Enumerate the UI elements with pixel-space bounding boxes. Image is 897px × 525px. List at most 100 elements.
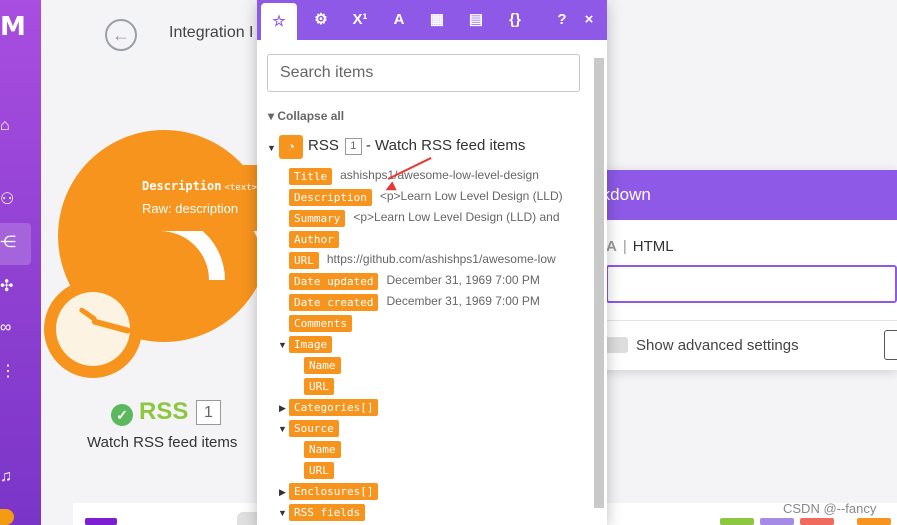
item-pill[interactable]: Description [289,189,372,206]
help-badge[interactable] [0,509,14,525]
tool-chip-orange[interactable] [857,518,891,525]
markdown-module-panel: rkdown A | HTML Show advanced settings [590,170,897,370]
tool-chip-purple[interactable] [760,518,794,525]
list-item[interactable]: RSS fields [289,503,589,521]
item-pill[interactable]: Date updated [289,273,379,290]
collapse-all-button[interactable]: ▾ Collapse all [268,109,344,123]
make-logo[interactable]: M [0,12,26,42]
scrollbar[interactable] [594,58,604,508]
list-item[interactable]: Name [304,356,584,374]
more-icon[interactable]: ⋮ [0,362,16,382]
list-item[interactable]: Enclosures[] [289,482,589,500]
module-label: RSS [308,137,339,154]
list-item[interactable]: Summary <p>Learn Low Level Design (LLD) a… [289,209,589,227]
item-pill[interactable]: Name [304,357,341,374]
collapse-all-label: Collapse all [277,109,345,123]
caret-right-icon[interactable]: ▶ [279,403,286,414]
rss-icon: ◔ [279,135,303,159]
list-item[interactable]: URL [304,461,584,479]
list-item[interactable]: Image [289,335,589,353]
item-pill[interactable]: Categories[] [289,399,379,416]
list-item[interactable]: URL [304,377,584,395]
team-icon[interactable]: ⚇ [0,190,16,210]
back-button[interactable]: ← [105,19,137,51]
divider [590,320,897,321]
item-value: December 31, 1969 7:00 PM [386,273,540,287]
list-item[interactable]: Date created December 31, 1969 7:00 PM [289,293,589,311]
tooltip-raw: Raw: description [142,201,239,216]
list-item[interactable]: Source [289,419,589,437]
star-icon[interactable]: ☆ [261,3,297,40]
puzzle-icon[interactable]: ✣ [0,277,16,297]
tooltip-name: Description [142,179,222,193]
node-title: RSS [139,398,189,425]
gear-icon[interactable]: ⚙ [303,0,339,40]
item-pill[interactable]: URL [289,252,319,269]
tool-chip-red[interactable] [800,518,834,525]
tool-chip-green[interactable] [720,518,754,525]
caret-down-icon[interactable]: ▼ [267,143,276,153]
html-format-button[interactable]: HTML [633,238,674,255]
item-pill[interactable]: Comments [289,315,352,332]
item-pill[interactable]: Name [304,441,341,458]
list-item[interactable]: Author [289,230,589,248]
list-item[interactable]: Categories[] [289,398,589,416]
link-icon[interactable]: ∞ [0,318,16,338]
text-icon[interactable]: A [381,0,417,40]
node-subtitle: Watch RSS feed items [87,434,238,451]
item-pill[interactable]: URL [304,462,334,479]
item-pill[interactable]: Enclosures[] [289,483,379,500]
node-number: 1 [196,400,221,425]
item-value: https://github.com/ashishps1/awesome-low [326,252,556,266]
item-value: <p>Learn Low Level Design (LLD) [379,189,563,203]
list-item[interactable]: Name [304,440,584,458]
item-pill[interactable]: Summary [289,210,346,227]
markdown-input[interactable] [606,265,897,303]
list-item[interactable]: Date updated December 31, 1969 7:00 PM [289,272,589,290]
run-button[interactable] [85,518,117,525]
panel-title: rkdown [590,170,897,220]
left-navigation: M ⌂ ⚇ ⋲ ✣ ∞ ⋮ ♫ [0,0,41,525]
item-pill[interactable]: URL [304,378,334,395]
cancel-button[interactable] [884,330,897,360]
item-value: <p>Learn Low Level Design (LLD) and [353,210,560,224]
text-format-button[interactable]: A [606,238,617,255]
check-icon: ✓ [111,404,133,426]
caret-down-icon[interactable]: ▼ [278,424,287,434]
item-value: ashishps1/awesome-low-level-design [340,168,539,182]
list-item[interactable]: Comments [289,314,589,332]
caret-down-icon[interactable]: ▼ [278,340,287,350]
module-header: RSS 1- Watch RSS feed items [308,137,525,155]
watermark: CSDN @--fancy [783,501,877,516]
item-pill[interactable]: RSS fields [289,504,366,521]
home-icon[interactable]: ⌂ [0,116,16,136]
picker-tabs: ☆ ⚙ X¹ A ▦ ▤ {} ? × [257,0,607,40]
item-value: December 31, 1969 7:00 PM [386,294,540,308]
list-item[interactable]: Title ashishps1/awesome-low-level-design [289,167,589,185]
item-pill[interactable]: Title [289,168,333,185]
list-item[interactable]: Description <p>Learn Low Level Design (LL… [289,188,589,206]
close-icon[interactable]: × [571,0,607,40]
item-pill[interactable]: Date created [289,294,379,311]
format-toolbar: A | HTML [606,238,674,255]
table-icon[interactable]: ▤ [458,0,494,40]
caret-right-icon[interactable]: ▶ [279,487,286,498]
caret-down-icon[interactable]: ▼ [278,508,287,518]
advanced-toggle[interactable] [604,337,628,353]
item-pill[interactable]: Author [289,231,339,248]
item-pill[interactable]: Source [289,420,339,437]
module-description: - Watch RSS feed items [365,137,526,154]
module-number: 1 [344,138,362,155]
share-icon[interactable]: ⋲ [0,233,16,253]
bell-icon[interactable]: ♫ [0,467,16,487]
list-item[interactable]: URL https://github.com/ashishps1/awesome-… [289,251,589,269]
calendar-icon[interactable]: ▦ [419,0,455,40]
toolbar-toggle[interactable] [237,512,257,525]
search-input[interactable]: Search items [267,54,580,92]
braces-icon[interactable]: {} [497,0,533,40]
superscript-icon[interactable]: X¹ [342,0,378,40]
tooltip-type: <text> [224,183,257,193]
breadcrumb: Integration I [169,24,254,41]
advanced-settings-label: Show advanced settings [636,337,799,354]
item-pill[interactable]: Image [289,336,333,353]
